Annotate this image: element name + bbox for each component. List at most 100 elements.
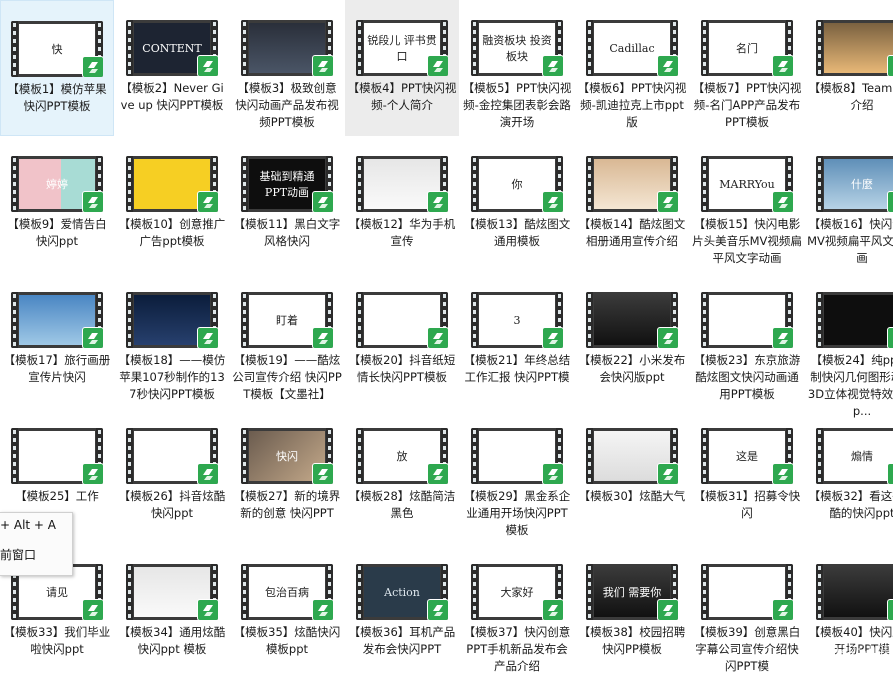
file-name-label: 【模板18】——模仿苹果107秒制作的137秒快闪PPT模板 [118,353,226,401]
file-item[interactable]: 【模板17】旅行画册宣传片快闪 [0,272,114,408]
file-item[interactable]: 【模板26】抖音炫酷快闪ppt [115,408,229,544]
film-strip-icon [586,156,593,212]
video-thumbnail[interactable] [586,428,678,484]
file-item[interactable]: 快闪 【模板27】新的境界新的创意 快闪PPT [230,408,344,544]
menu-item-shortcut[interactable]: + Alt + A [0,518,56,532]
file-item[interactable]: 【模板34】通用炫酷快闪ppt 模板 [115,544,229,680]
file-name-label: 【模板16】快闪音乐MV视频扁平风文字动画 [807,217,893,265]
video-thumbnail[interactable]: 放 [356,428,448,484]
video-thumbnail[interactable]: Action [356,564,448,620]
video-thumbnail[interactable] [241,20,333,76]
video-thumbnail[interactable]: 3 [471,292,563,348]
video-thumbnail[interactable] [701,292,793,348]
video-thumbnail[interactable]: 这是 [701,428,793,484]
file-name-label: 【模板9】爱情告白快闪ppt [7,217,107,248]
file-item[interactable]: CONTENT 【模板2】Never Give up 快闪PPT模板 [115,0,229,136]
video-thumbnail[interactable] [586,292,678,348]
app-badge-icon [887,55,893,76]
video-thumbnail[interactable]: 什麼 [816,156,893,212]
file-name-label: 【模板12】华为手机宣传 [348,217,456,248]
file-item[interactable]: 盯着 【模板19】——酷炫公司宣传介绍 快闪PPT模板【文墨社】 [230,272,344,408]
app-badge-icon [887,599,893,620]
film-strip-icon [11,428,18,484]
file-name-label: 【模板23】东京旅游酷炫图文快闪动画通用PPT模板 [693,353,801,401]
video-thumbnail[interactable]: 你 [471,156,563,212]
film-strip-icon [241,564,248,620]
app-badge-icon [772,599,793,620]
file-item[interactable]: 【模板23】东京旅游酷炫图文快闪动画通用PPT模板 [690,272,804,408]
video-thumbnail[interactable] [11,428,103,484]
file-item[interactable]: 【模板8】Team团队介绍 [805,0,893,136]
file-item[interactable]: 【模板30】炫酷大气 [575,408,689,544]
video-thumbnail[interactable]: 快闪 [241,428,333,484]
video-thumbnail[interactable] [816,564,893,620]
thumbnail-frame: 什麼 [824,159,893,209]
video-thumbnail[interactable] [816,292,893,348]
file-item[interactable]: Cadillac 【模板6】PPT快闪视频-凯迪拉克上市ppt版 [575,0,689,136]
file-item[interactable]: 基础到精通 PPT动画 【模板11】黑白文字风格快闪 [230,136,344,272]
file-name-label: 【模板29】黑金系企业通用开场快闪PPT模板 [463,489,571,537]
video-thumbnail[interactable]: 包治百病 [241,564,333,620]
video-thumbnail[interactable] [11,292,103,348]
video-thumbnail[interactable] [126,428,218,484]
video-thumbnail[interactable] [126,292,218,348]
video-thumbnail[interactable]: 煽情 [816,428,893,484]
video-thumbnail[interactable]: 基础到精通 PPT动画 [241,156,333,212]
file-item[interactable]: 大家好 【模板37】快闪创意PPT手机新品发布会产品介绍 [460,544,574,680]
file-name-label: 【模板40】快闪路演开场PPT模 [808,625,893,656]
file-item[interactable]: 煽情【模板32】看这很炫酷的快闪ppt [805,408,893,544]
video-thumbnail[interactable]: CONTENT [126,20,218,76]
file-item[interactable]: MARRYou 【模板15】快闪电影片头美音乐MV视频扁平风文字动画 [690,136,804,272]
menu-item-window[interactable]: 前窗口 [0,546,36,563]
context-menu[interactable]: + Alt + A 前窗口 [0,512,73,576]
video-thumbnail[interactable] [471,428,563,484]
file-item[interactable]: 放【模板28】炫酷简洁黑色 [345,408,459,544]
app-badge-icon [82,327,103,348]
file-item[interactable]: 【模板24】纯ppt绘制快闪几何图形动感3D立体视觉特效动画p... [805,272,893,418]
file-item[interactable]: 【模板18】——模仿苹果107秒制作的137秒快闪PPT模板 [115,272,229,408]
file-item[interactable]: Action 【模板36】耳机产品发布会快闪PPT [345,544,459,680]
app-badge-icon [82,463,103,484]
file-item[interactable]: 【模板3】极致创意快闪动画产品发布视频PPT模板 [230,0,344,136]
video-thumbnail[interactable] [126,564,218,620]
file-item[interactable]: 【模板29】黑金系企业通用开场快闪PPT模板 [460,408,574,544]
file-item[interactable]: 快【模板1】模仿苹果快闪PPT模板 [0,0,114,136]
file-item[interactable]: 【模板22】小米发布会快闪版ppt [575,272,689,408]
video-thumbnail[interactable]: 快 [11,21,103,77]
file-item[interactable]: 3 【模板21】年终总结 工作汇报 快闪PPT模 [460,272,574,408]
file-name-label: 【模板26】抖音炫酷快闪ppt [118,489,226,520]
video-thumbnail[interactable]: 婷婷 [11,156,103,212]
video-thumbnail[interactable] [356,156,448,212]
file-item[interactable]: 【模板39】创意黑白字幕公司宣传介绍快闪PPT模 [690,544,804,680]
file-name-label: 【模板30】炫酷大气 [578,489,686,503]
file-item[interactable]: 你【模板13】酷炫图文通用模板 [460,136,574,272]
file-item[interactable]: 【模板40】快闪路演开场PPT模 [805,544,893,680]
video-thumbnail[interactable]: 我们 需要你 [586,564,678,620]
file-item[interactable]: 婷婷【模板9】爱情告白快闪ppt [0,136,114,272]
file-item[interactable]: 名门 【模板7】PPT快闪视频-名门APP产品发布PPT模板 [690,0,804,136]
file-item[interactable]: 【模板10】创意推广广告ppt模板 [115,136,229,272]
file-item[interactable]: 【模板12】华为手机宣传 [345,136,459,272]
video-thumbnail[interactable]: 名门 [701,20,793,76]
file-item[interactable]: 融资板块 投资板块 【模板5】PPT快闪视频-金控集团表彰会路演开场 [460,0,574,136]
file-item[interactable]: 锐段儿 评书贯口 【模板4】PPT快闪视频-个人简介 [345,0,459,136]
video-thumbnail[interactable]: 融资板块 投资板块 [471,20,563,76]
video-thumbnail[interactable] [586,156,678,212]
video-thumbnail[interactable]: 锐段儿 评书贯口 [356,20,448,76]
app-badge-icon [657,327,678,348]
video-thumbnail[interactable]: 盯着 [241,292,333,348]
file-item[interactable]: 包治百病 【模板35】炫酷快闪模板ppt [230,544,344,680]
video-thumbnail[interactable] [126,156,218,212]
file-item[interactable]: 这是 【模板31】招募令快闪 [690,408,804,544]
file-item[interactable]: 【模板14】酷炫图文相册通用宣传介绍 [575,136,689,272]
file-item[interactable]: 【模板20】抖音纸短情长快闪PPT模板 [345,272,459,408]
video-thumbnail[interactable] [816,20,893,76]
video-thumbnail[interactable]: Cadillac [586,20,678,76]
video-thumbnail[interactable]: 大家好 [471,564,563,620]
video-thumbnail[interactable] [356,292,448,348]
file-item[interactable]: 什麼【模板16】快闪音乐MV视频扁平风文字动画 [805,136,893,272]
film-strip-icon [471,564,478,620]
video-thumbnail[interactable] [701,564,793,620]
video-thumbnail[interactable]: MARRYou [701,156,793,212]
file-item[interactable]: 我们 需要你 【模板38】校园招聘快闪PP模板 [575,544,689,680]
